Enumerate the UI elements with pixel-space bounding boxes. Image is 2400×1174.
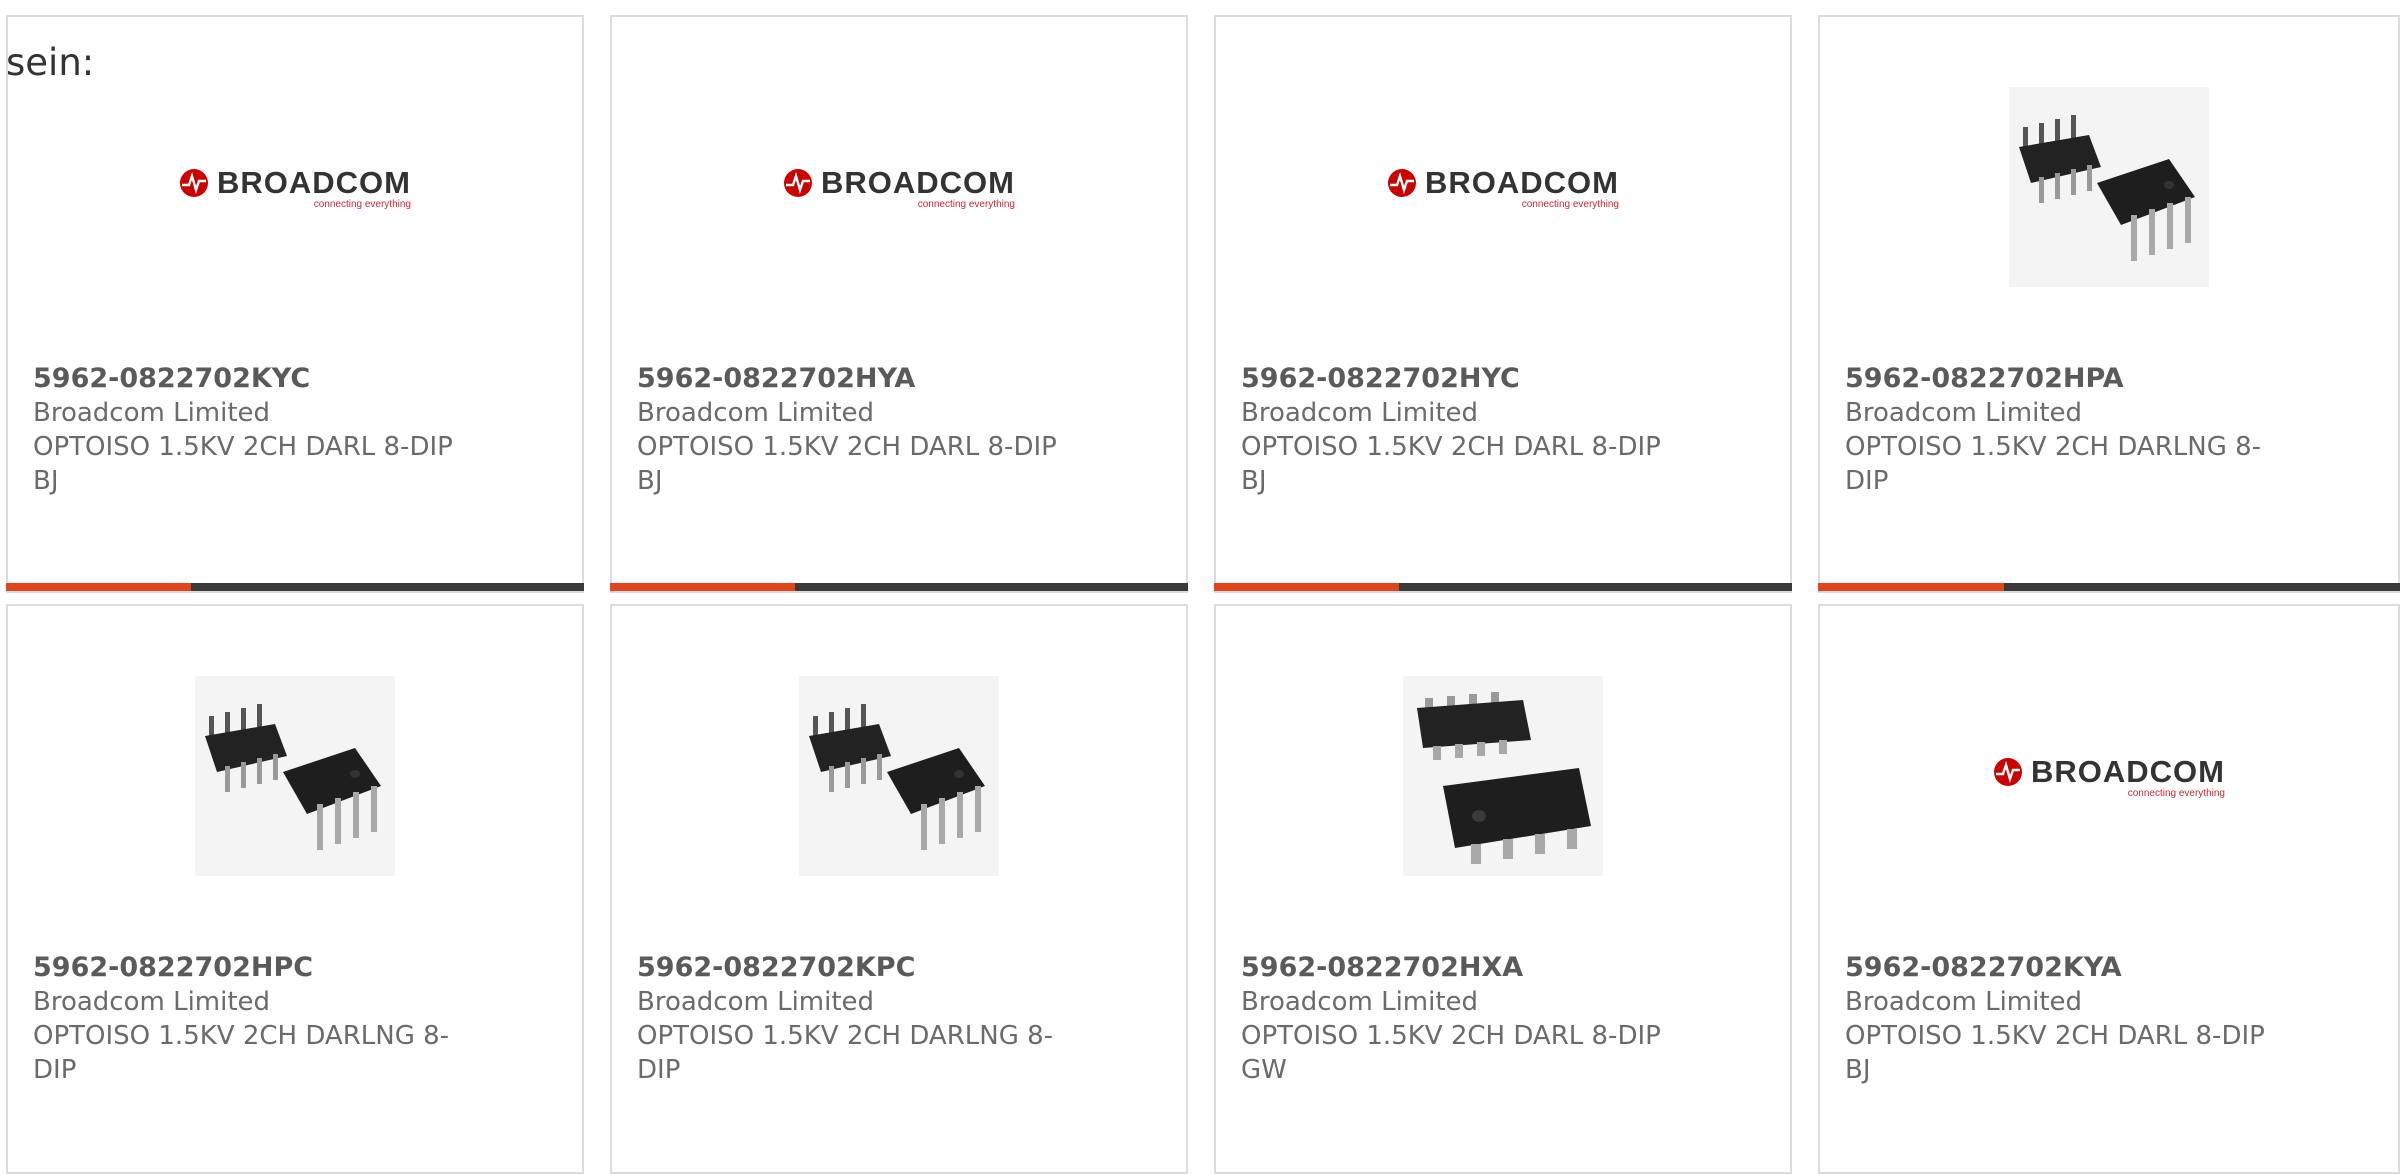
dip-chip-icon xyxy=(195,676,395,876)
logo-word: BROADCOM xyxy=(1425,164,1619,200)
card-progress-bar xyxy=(6,583,584,591)
description-line: OPTOISO 1.5KV 2CH DARL 8-DIP xyxy=(1241,1021,1661,1051)
part-number[interactable]: 5962-0822702HXA xyxy=(1241,951,1681,985)
card-progress-fill xyxy=(1818,583,2005,591)
product-image[interactable]: BROADCOM connecting everything xyxy=(612,57,1186,317)
product-card[interactable]: 5962-0822702HXA Broadcom Limited OPTOISO… xyxy=(1214,604,1792,1174)
broadcom-logo: BROADCOM connecting everything xyxy=(783,165,1015,210)
description-line: OPTOISO 1.5KV 2CH DARL 8-DIP xyxy=(1845,1021,2265,1051)
description-line: OPTOISO 1.5KV 2CH DARL 8-DIP xyxy=(1241,432,1661,462)
page-intro-text: sein: xyxy=(6,41,95,84)
manufacturer: Broadcom Limited xyxy=(637,398,875,428)
broadcom-logo: BROADCOM connecting everything xyxy=(1387,165,1619,210)
card-progress-bar xyxy=(1818,583,2400,591)
card-progress-bar xyxy=(610,583,1188,591)
part-number[interactable]: 5962-0822702HYC xyxy=(1241,362,1681,396)
gullwing-chip-icon xyxy=(1403,676,1603,876)
logo-tagline: connecting everything xyxy=(1521,198,1619,210)
card-progress-fill xyxy=(1214,583,1399,591)
product-image[interactable] xyxy=(1820,57,2398,317)
manufacturer: Broadcom Limited xyxy=(33,398,271,428)
part-number[interactable]: 5962-0822702HPA xyxy=(1845,362,2285,396)
manufacturer: Broadcom Limited xyxy=(1241,987,1479,1017)
logo-tagline: connecting everything xyxy=(917,198,1015,210)
dip-chip-icon xyxy=(799,676,999,876)
product-card[interactable]: 5962-0822702HPC Broadcom Limited OPTOISO… xyxy=(6,604,584,1174)
product-image[interactable]: BROADCOM connecting everything xyxy=(1216,57,1790,317)
logo-word: BROADCOM xyxy=(2031,753,2225,789)
manufacturer: Broadcom Limited xyxy=(637,987,875,1017)
logo-word: BROADCOM xyxy=(217,164,411,200)
logo-tagline: connecting everything xyxy=(2127,787,2225,799)
card-progress-fill xyxy=(6,583,191,591)
description-line: DIP xyxy=(637,1055,681,1085)
part-number[interactable]: 5962-0822702KYA xyxy=(1845,951,2285,985)
broadcom-logo: BROADCOM connecting everything xyxy=(1993,754,2225,799)
product-image[interactable] xyxy=(8,646,582,906)
product-image[interactable] xyxy=(612,646,1186,906)
description-line: OPTOISO 1.5KV 2CH DARLNG 8- xyxy=(1845,432,2262,462)
logo-tagline: connecting everything xyxy=(313,198,411,210)
product-card[interactable]: BROADCOM connecting everything 5962-0822… xyxy=(1818,604,2400,1174)
description-line: BJ xyxy=(637,466,663,496)
description-line: OPTOISO 1.5KV 2CH DARLNG 8- xyxy=(637,1021,1054,1051)
part-number[interactable]: 5962-0822702HPC xyxy=(33,951,473,985)
description-line: OPTOISO 1.5KV 2CH DARL 8-DIP xyxy=(637,432,1057,462)
manufacturer: Broadcom Limited xyxy=(1241,398,1479,428)
product-card[interactable]: 5962-0822702HPA Broadcom Limited OPTOISO… xyxy=(1818,15,2400,593)
part-number[interactable]: 5962-0822702HYA xyxy=(637,362,1077,396)
product-image[interactable]: BROADCOM connecting everything xyxy=(8,57,582,317)
card-progress-fill xyxy=(610,583,795,591)
broadcom-badge-icon xyxy=(1994,757,2022,786)
part-number[interactable]: 5962-0822702KPC xyxy=(637,951,1077,985)
description-line: BJ xyxy=(1845,1055,1871,1085)
product-card[interactable]: BROADCOM connecting everything 5962-0822… xyxy=(6,15,584,593)
broadcom-badge-icon xyxy=(180,168,208,197)
broadcom-logo: BROADCOM connecting everything xyxy=(179,165,411,210)
manufacturer: Broadcom Limited xyxy=(33,987,271,1017)
broadcom-badge-icon xyxy=(784,168,812,197)
manufacturer: Broadcom Limited xyxy=(1845,398,2083,428)
description-line: GW xyxy=(1241,1055,1287,1085)
dip-chip-icon xyxy=(2009,87,2209,287)
part-number[interactable]: 5962-0822702KYC xyxy=(33,362,473,396)
description-line: BJ xyxy=(33,466,59,496)
product-card[interactable]: BROADCOM connecting everything 5962-0822… xyxy=(1214,15,1792,593)
card-progress-bar xyxy=(1214,583,1792,591)
description-line: BJ xyxy=(1241,466,1267,496)
description-line: DIP xyxy=(33,1055,77,1085)
product-card[interactable]: 5962-0822702KPC Broadcom Limited OPTOISO… xyxy=(610,604,1188,1174)
description-line: DIP xyxy=(1845,466,1889,496)
logo-word: BROADCOM xyxy=(821,164,1015,200)
manufacturer: Broadcom Limited xyxy=(1845,987,2083,1017)
product-card[interactable]: BROADCOM connecting everything 5962-0822… xyxy=(610,15,1188,593)
description-line: OPTOISO 1.5KV 2CH DARLNG 8- xyxy=(33,1021,450,1051)
description-line: OPTOISO 1.5KV 2CH DARL 8-DIP xyxy=(33,432,453,462)
broadcom-badge-icon xyxy=(1388,168,1416,197)
product-image[interactable] xyxy=(1216,646,1790,906)
product-image[interactable]: BROADCOM connecting everything xyxy=(1820,646,2398,906)
